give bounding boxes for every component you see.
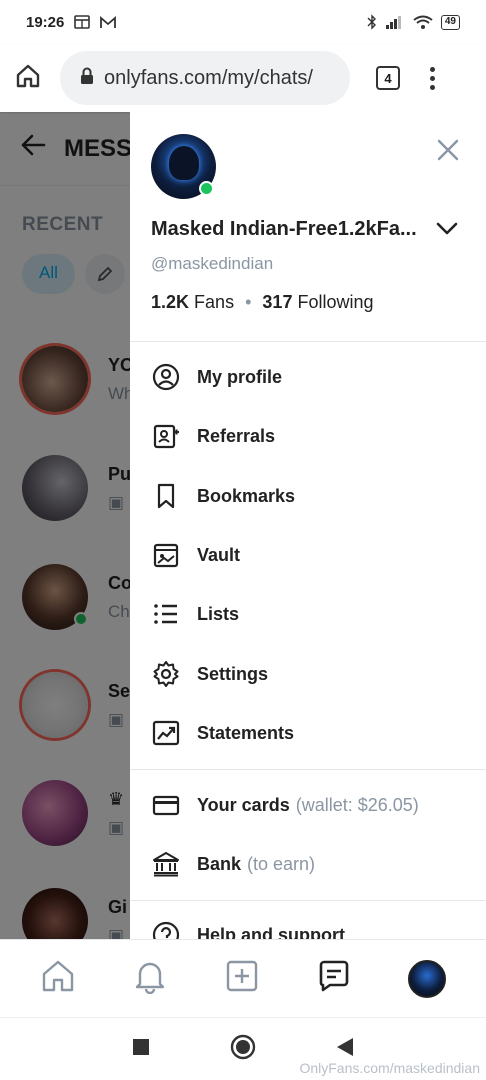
help-icon <box>151 920 181 939</box>
menu-item-your-cards[interactable]: Your cards (wallet: $26.05) <box>151 785 471 825</box>
menu-label: Help and support <box>197 924 345 940</box>
divider <box>130 341 486 342</box>
signal-icon <box>385 15 405 29</box>
profile-avatar-nav[interactable] <box>408 959 446 998</box>
home-icon[interactable] <box>40 958 76 999</box>
list-icon <box>151 599 181 629</box>
menu-label: Lists <box>197 603 240 624</box>
gmail-icon <box>100 15 117 29</box>
chevron-down-icon[interactable] <box>436 222 458 241</box>
gear-icon <box>151 659 181 689</box>
wallet-balance: (wallet: $26.05) <box>295 794 419 815</box>
tab-switcher-button[interactable]: 4 <box>376 66 400 90</box>
bookmark-icon <box>151 481 181 511</box>
credit-card-icon <box>151 790 181 820</box>
menu-label: Bookmarks <box>197 485 296 506</box>
following-count: 317 <box>262 292 293 312</box>
menu-label: My profile <box>197 366 283 387</box>
profile-drawer: Masked Indian-Free1.2kFa... @maskedindia… <box>130 112 486 939</box>
browser-menu-icon[interactable] <box>430 66 435 90</box>
back-icon[interactable] <box>336 1037 354 1062</box>
close-icon[interactable] <box>436 138 460 167</box>
divider <box>130 900 486 901</box>
menu-label: Vault <box>197 544 241 565</box>
fans-count: 1.2K <box>151 292 190 312</box>
menu-item-my-profile[interactable]: My profile <box>151 357 471 397</box>
menu-item-settings[interactable]: Settings <box>151 654 471 694</box>
menu-label: Referrals <box>197 425 276 446</box>
bell-icon[interactable] <box>132 958 168 999</box>
browser-toolbar: onlyfans.com/my/chats/ 4 <box>0 44 486 112</box>
profile-handle: @maskedindian <box>151 254 274 273</box>
lock-icon <box>80 67 94 90</box>
menu-item-lists[interactable]: Lists <box>151 594 471 634</box>
watermark: OnlyFans.com/maskedindian <box>299 1060 480 1076</box>
battery-indicator: 49 <box>440 14 460 30</box>
wifi-icon <box>413 15 433 29</box>
menu-item-statements[interactable]: Statements <box>151 713 471 753</box>
bank-icon <box>151 849 181 879</box>
chart-icon <box>151 718 181 748</box>
status-bar: 19:26 49 <box>0 0 486 44</box>
profile-stats: 1.2K Fans • 317 Following <box>151 292 374 312</box>
url-text: onlyfans.com/my/chats/ <box>104 66 313 89</box>
menu-item-bank[interactable]: Bank (to earn) <box>151 844 471 884</box>
bluetooth-icon <box>367 14 377 30</box>
fans-label[interactable]: Fans <box>194 292 234 312</box>
status-time: 19:26 <box>26 13 65 31</box>
menu-item-vault[interactable]: Vault <box>151 535 471 575</box>
messages-icon[interactable] <box>316 958 352 999</box>
divider <box>130 769 486 770</box>
menu-label: Settings <box>197 663 269 684</box>
address-bar[interactable]: onlyfans.com/my/chats/ <box>60 51 350 105</box>
online-indicator <box>199 181 214 196</box>
recents-icon[interactable] <box>132 1038 150 1061</box>
home-icon[interactable] <box>14 62 42 95</box>
calendar-icon <box>74 15 91 29</box>
add-post-icon[interactable] <box>224 958 260 999</box>
menu-item-bookmarks[interactable]: Bookmarks <box>151 476 471 516</box>
home-button-icon[interactable] <box>230 1034 256 1065</box>
user-circle-icon <box>151 362 181 392</box>
menu-label: Bank (to earn) <box>197 853 316 874</box>
profile-name: Masked Indian-Free1.2kFa... <box>151 218 417 240</box>
menu-label: Your cards (wallet: $26.05) <box>197 794 419 815</box>
menu-label: Statements <box>197 722 295 743</box>
following-label[interactable]: Following <box>297 292 373 312</box>
referral-icon <box>151 421 181 451</box>
menu-item-referrals[interactable]: Referrals <box>151 416 471 456</box>
vault-icon <box>151 540 181 570</box>
menu-item-help[interactable]: Help and support <box>151 915 471 939</box>
bottom-navigation <box>0 939 486 1017</box>
